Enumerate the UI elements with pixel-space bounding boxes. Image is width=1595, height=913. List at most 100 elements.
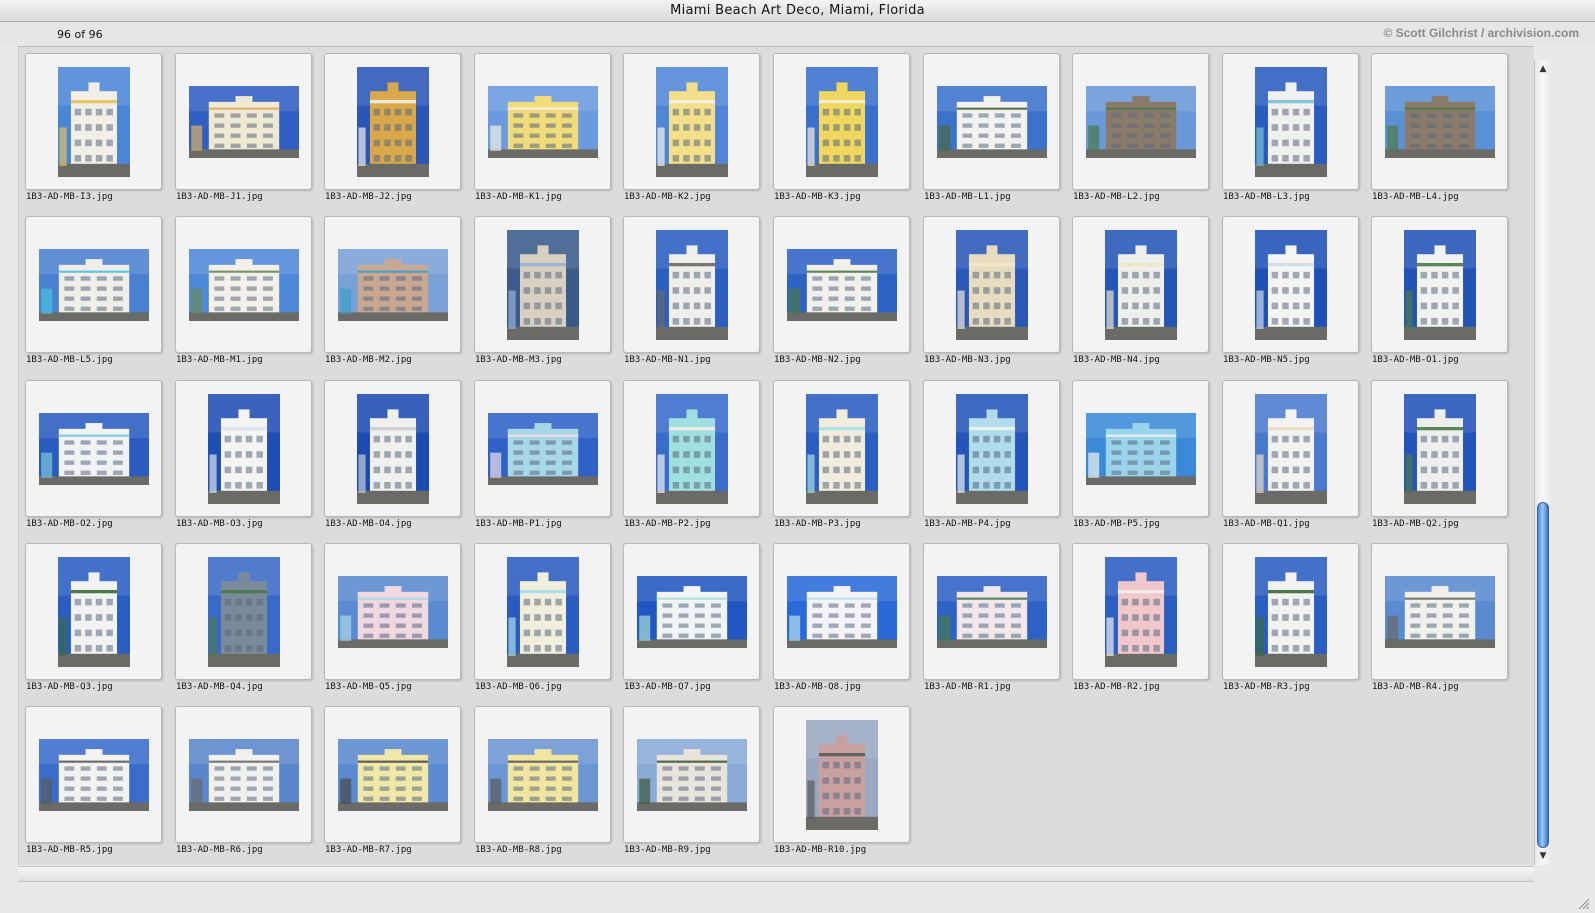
thumbnail-item[interactable]: 1B3-AD-MB-L4.jpg [1371,53,1508,216]
thumbnail-image[interactable] [488,413,598,485]
thumbnail-image[interactable] [488,739,598,811]
thumbnail-image[interactable] [357,394,429,504]
thumbnail-item[interactable]: 1B3-AD-MB-R1.jpg [923,543,1060,706]
thumbnail-frame[interactable] [25,216,162,353]
thumbnail-image[interactable] [1086,413,1196,485]
thumbnail-frame[interactable] [1371,543,1508,680]
thumbnail-item[interactable]: 1B3-AD-MB-K2.jpg [623,53,760,216]
thumbnail-frame[interactable] [623,216,760,353]
thumbnail-image[interactable] [39,413,149,485]
thumbnail-image[interactable] [39,739,149,811]
thumbnail-image[interactable] [208,557,280,667]
thumbnail-image[interactable] [956,230,1028,340]
thumbnail-frame[interactable] [474,53,611,190]
thumbnail-item[interactable]: 1B3-AD-MB-O1.jpg [1371,216,1508,379]
thumbnail-item[interactable]: 1B3-AD-MB-Q1.jpg [1222,380,1359,543]
thumbnail-frame[interactable] [1222,543,1359,680]
thumbnail-frame[interactable] [1072,543,1209,680]
thumbnail-frame[interactable] [1072,53,1209,190]
thumbnail-frame[interactable] [923,216,1060,353]
thumbnail-item[interactable]: 1B3-AD-MB-O4.jpg [324,380,461,543]
thumbnail-item[interactable]: 1B3-AD-MB-Q5.jpg [324,543,461,706]
thumbnail-item[interactable]: 1B3-AD-MB-P1.jpg [474,380,611,543]
thumbnail-frame[interactable] [623,543,760,680]
thumbnail-item[interactable]: 1B3-AD-MB-R7.jpg [324,706,461,865]
thumbnail-item[interactable]: 1B3-AD-MB-Q3.jpg [25,543,162,706]
thumbnail-image[interactable] [637,576,747,648]
thumbnail-frame[interactable] [25,706,162,843]
thumbnail-frame[interactable] [773,380,910,517]
thumbnail-image[interactable] [637,739,747,811]
thumbnail-image[interactable] [1385,576,1495,648]
thumbnail-frame[interactable] [324,706,461,843]
vertical-scrollbar[interactable]: ▲ ▼ [1534,60,1551,865]
thumbnail-image[interactable] [656,394,728,504]
thumbnail-frame[interactable] [1072,380,1209,517]
thumbnail-item[interactable]: 1B3-AD-MB-Q7.jpg [623,543,760,706]
thumbnail-frame[interactable] [923,543,1060,680]
thumbnail-frame[interactable] [175,706,312,843]
thumbnail-image[interactable] [338,249,448,321]
thumbnail-image[interactable] [1105,557,1177,667]
thumbnail-image[interactable] [58,557,130,667]
thumbnail-frame[interactable] [773,706,910,843]
thumbnail-image[interactable] [937,86,1047,158]
thumbnail-item[interactable]: 1B3-AD-MB-Q2.jpg [1371,380,1508,543]
scroll-down-arrow-icon[interactable]: ▼ [1535,849,1551,863]
thumbnail-image[interactable] [1105,230,1177,340]
thumbnail-item[interactable]: 1B3-AD-MB-J1.jpg [175,53,312,216]
scroll-thumb[interactable] [1537,502,1549,848]
thumbnail-item[interactable]: 1B3-AD-MB-N4.jpg [1072,216,1209,379]
thumbnail-frame[interactable] [474,216,611,353]
resize-grip-icon[interactable] [1577,897,1589,909]
thumbnail-frame[interactable] [1371,216,1508,353]
thumbnail-item[interactable]: 1B3-AD-MB-N2.jpg [773,216,910,379]
thumbnail-image[interactable] [956,394,1028,504]
thumbnail-item[interactable]: 1B3-AD-MB-M1.jpg [175,216,312,379]
thumbnail-frame[interactable] [923,53,1060,190]
thumbnail-image[interactable] [787,249,897,321]
thumbnail-item[interactable]: 1B3-AD-MB-I3.jpg [25,53,162,216]
thumbnail-image[interactable] [357,67,429,177]
thumbnail-image[interactable] [1385,86,1495,158]
thumbnail-frame[interactable] [474,380,611,517]
thumbnail-item[interactable]: 1B3-AD-MB-O3.jpg [175,380,312,543]
thumbnail-item[interactable]: 1B3-AD-MB-O2.jpg [25,380,162,543]
thumbnail-item[interactable]: 1B3-AD-MB-L2.jpg [1072,53,1209,216]
thumbnail-item[interactable]: 1B3-AD-MB-L5.jpg [25,216,162,379]
scroll-up-arrow-icon[interactable]: ▲ [1535,62,1551,76]
thumbnail-frame[interactable] [25,53,162,190]
thumbnail-item[interactable]: 1B3-AD-MB-N1.jpg [623,216,760,379]
thumbnail-frame[interactable] [773,543,910,680]
thumbnail-frame[interactable] [324,216,461,353]
thumbnail-item[interactable]: 1B3-AD-MB-M2.jpg [324,216,461,379]
thumbnail-image[interactable] [1086,86,1196,158]
thumbnail-item[interactable]: 1B3-AD-MB-R8.jpg [474,706,611,865]
thumbnail-frame[interactable] [474,706,611,843]
thumbnail-item[interactable]: 1B3-AD-MB-N3.jpg [923,216,1060,379]
thumbnail-frame[interactable] [623,53,760,190]
thumbnail-image[interactable] [806,67,878,177]
thumbnail-item[interactable]: 1B3-AD-MB-Q6.jpg [474,543,611,706]
thumbnail-frame[interactable] [1222,380,1359,517]
thumbnail-item[interactable]: 1B3-AD-MB-Q4.jpg [175,543,312,706]
thumbnail-frame[interactable] [175,380,312,517]
thumbnail-image[interactable] [338,739,448,811]
thumbnail-image[interactable] [1255,67,1327,177]
thumbnail-item[interactable]: 1B3-AD-MB-K3.jpg [773,53,910,216]
thumbnail-frame[interactable] [1222,216,1359,353]
thumbnail-item[interactable]: 1B3-AD-MB-R9.jpg [623,706,760,865]
thumbnail-image[interactable] [1404,394,1476,504]
thumbnail-image[interactable] [488,86,598,158]
horizontal-scrollbar[interactable] [18,866,1534,882]
thumbnail-item[interactable]: 1B3-AD-MB-J2.jpg [324,53,461,216]
thumbnail-frame[interactable] [623,706,760,843]
thumbnail-image[interactable] [507,230,579,340]
thumbnail-image[interactable] [806,720,878,830]
thumbnail-item[interactable]: 1B3-AD-MB-K1.jpg [474,53,611,216]
thumbnail-frame[interactable] [175,216,312,353]
thumbnail-image[interactable] [208,394,280,504]
thumbnail-frame[interactable] [623,380,760,517]
thumbnail-image[interactable] [189,739,299,811]
thumbnail-frame[interactable] [25,380,162,517]
